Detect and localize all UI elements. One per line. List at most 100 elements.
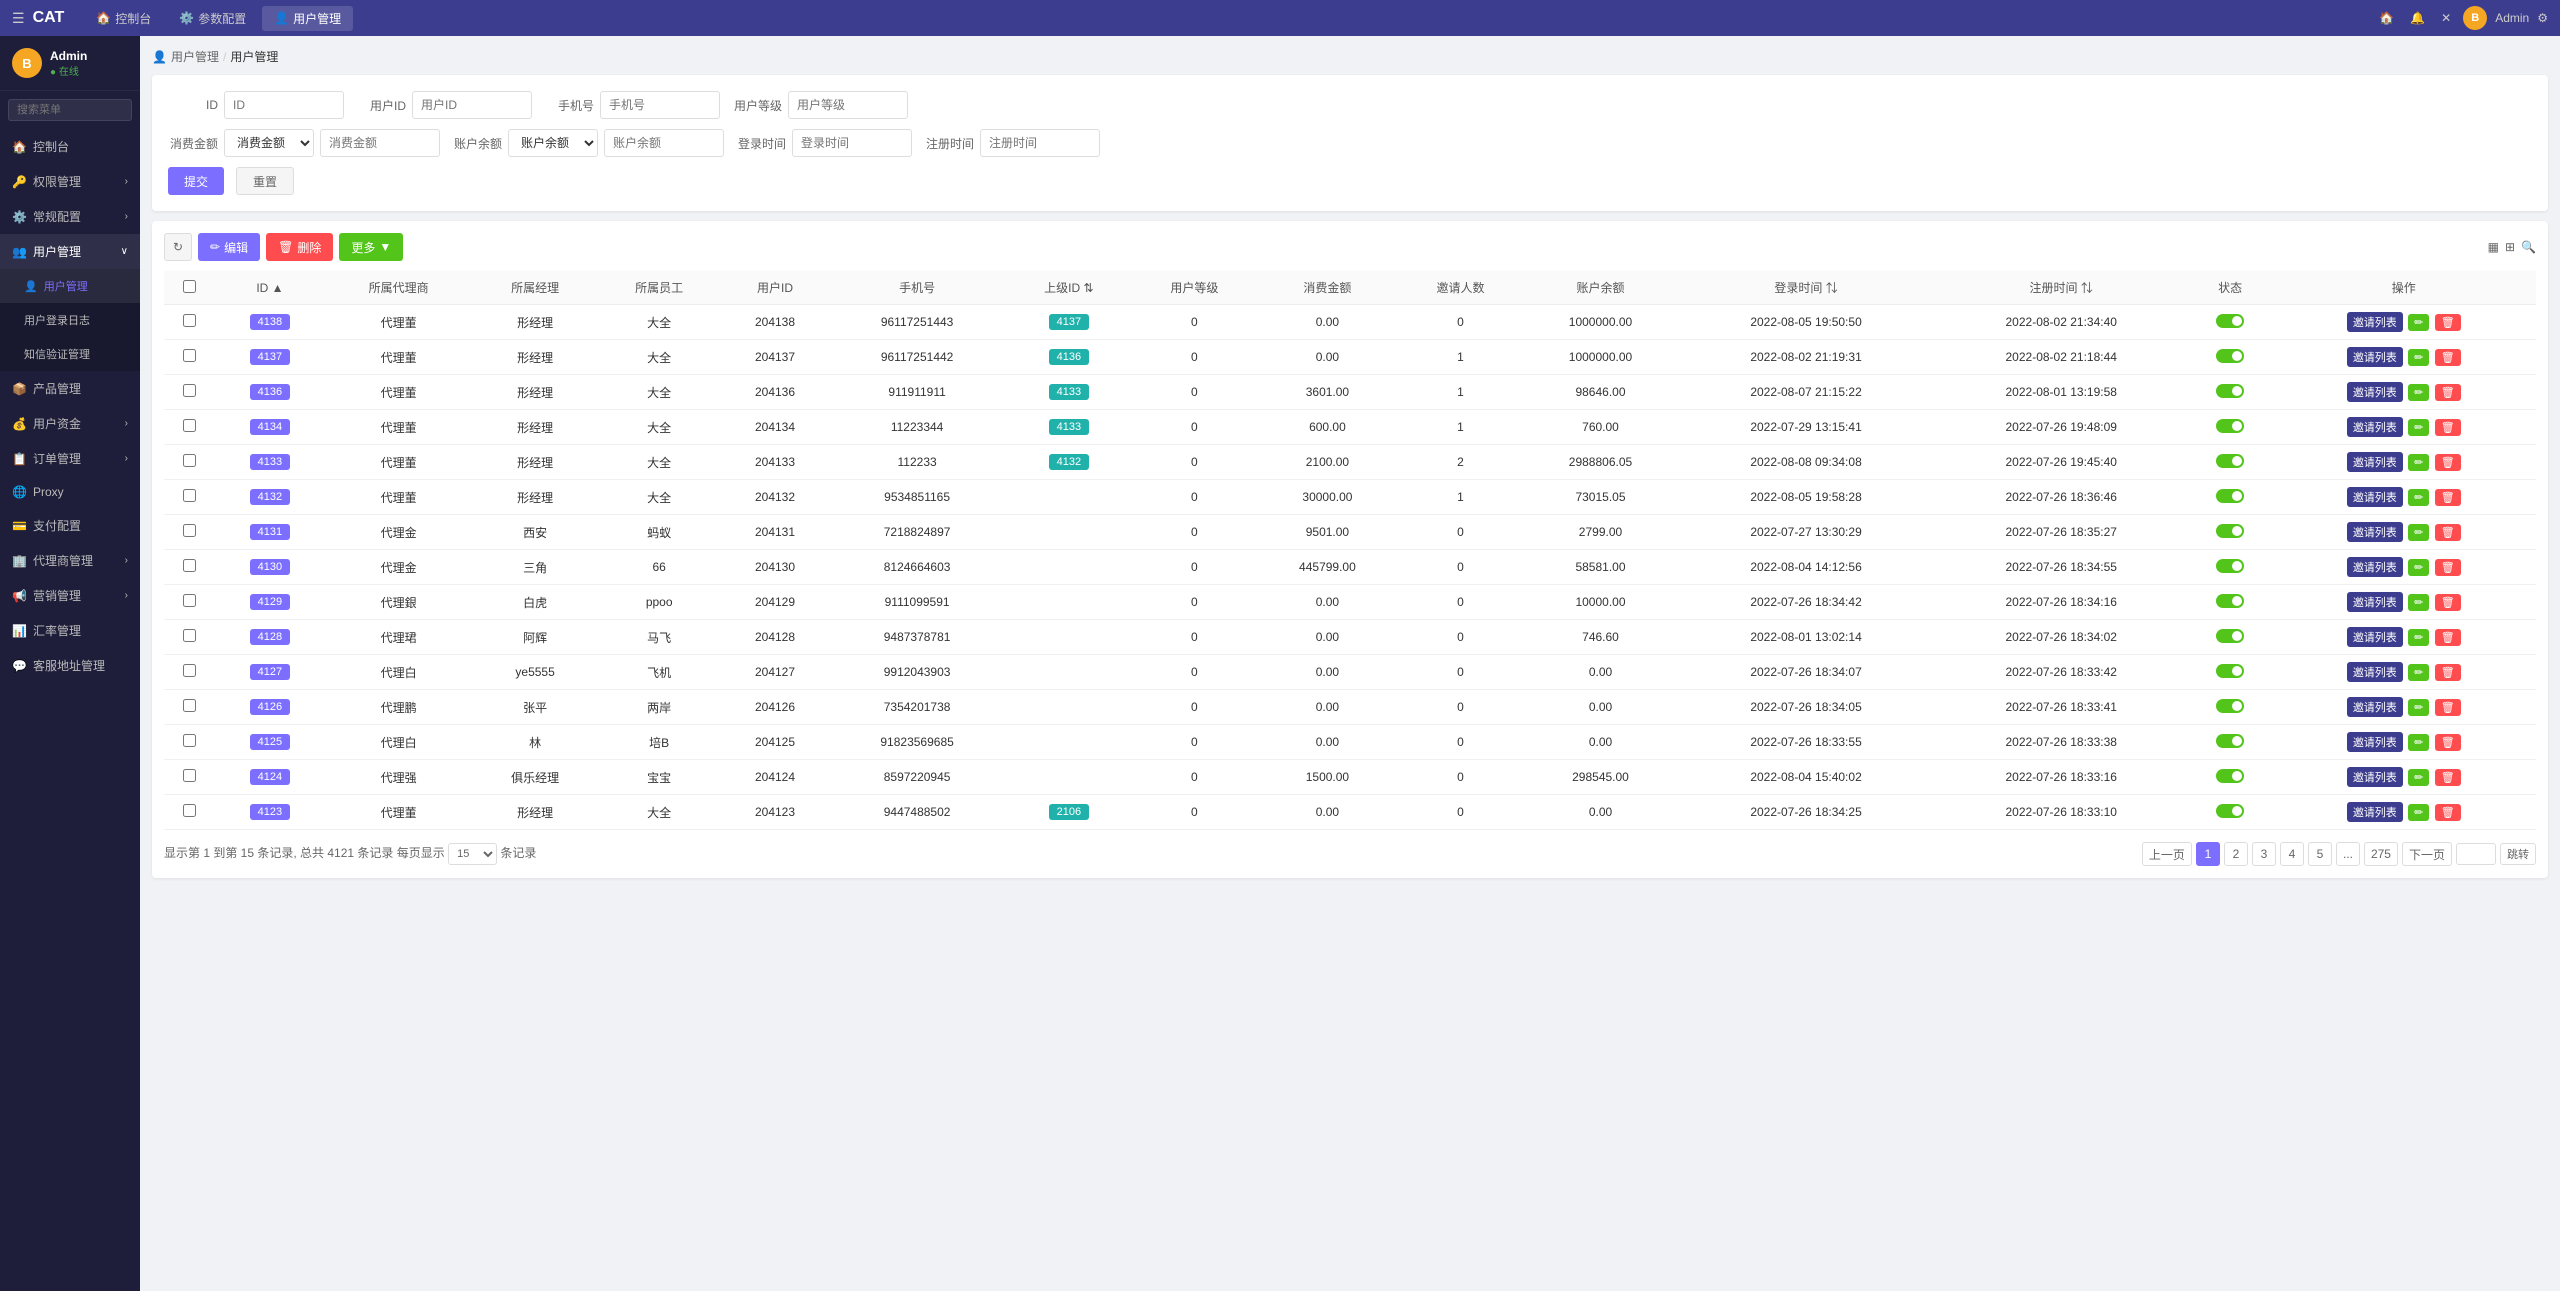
balance-operator[interactable]: 账户余额 ≥ ≤: [508, 129, 598, 157]
row-edit-button[interactable]: ✏: [2408, 384, 2429, 401]
status-toggle[interactable]: [2216, 384, 2244, 398]
status-toggle[interactable]: [2216, 734, 2244, 748]
invite-list-button[interactable]: 邀请列表: [2347, 732, 2403, 752]
settings-icon[interactable]: ⚙: [2537, 11, 2548, 25]
submit-button[interactable]: 提交: [168, 167, 224, 195]
row-checkbox[interactable]: [183, 769, 196, 782]
status-toggle[interactable]: [2216, 664, 2244, 678]
row-edit-button[interactable]: ✏: [2408, 594, 2429, 611]
row-delete-button[interactable]: 🗑: [2435, 804, 2461, 821]
userid-input[interactable]: [412, 91, 532, 119]
row-delete-button[interactable]: 🗑: [2435, 699, 2461, 716]
page-btn-2[interactable]: 2: [2224, 842, 2248, 866]
sidebar-item-user-login-log[interactable]: 用户登录日志: [0, 303, 140, 337]
sidebar-item-order[interactable]: 📋 订单管理 ›: [0, 441, 140, 476]
invite-list-button[interactable]: 邀请列表: [2347, 347, 2403, 367]
row-checkbox[interactable]: [183, 419, 196, 432]
invite-list-button[interactable]: 邀请列表: [2347, 417, 2403, 437]
status-toggle[interactable]: [2216, 349, 2244, 363]
row-delete-button[interactable]: 🗑: [2435, 559, 2461, 576]
invite-list-button[interactable]: 邀请列表: [2347, 452, 2403, 472]
row-checkbox[interactable]: [183, 349, 196, 362]
refresh-button[interactable]: ↻: [164, 233, 192, 261]
row-checkbox[interactable]: [183, 664, 196, 677]
level-input[interactable]: [788, 91, 908, 119]
sidebar-item-product[interactable]: 📦 产品管理: [0, 371, 140, 406]
page-btn-4[interactable]: 4: [2280, 842, 2304, 866]
invite-list-button[interactable]: 邀请列表: [2347, 487, 2403, 507]
row-delete-button[interactable]: 🗑: [2435, 524, 2461, 541]
invite-list-button[interactable]: 邀请列表: [2347, 382, 2403, 402]
invite-list-button[interactable]: 邀请列表: [2347, 557, 2403, 577]
page-size-select[interactable]: 15 20 50 100: [448, 843, 497, 865]
row-delete-button[interactable]: 🗑: [2435, 349, 2461, 366]
layout-icon[interactable]: ⊞: [2505, 240, 2515, 254]
page-btn-5[interactable]: 5: [2308, 842, 2332, 866]
row-delete-button[interactable]: 🗑: [2435, 769, 2461, 786]
status-toggle[interactable]: [2216, 524, 2244, 538]
row-delete-button[interactable]: 🗑: [2435, 384, 2461, 401]
row-edit-button[interactable]: ✏: [2408, 559, 2429, 576]
table-search-icon[interactable]: 🔍: [2521, 240, 2536, 254]
status-toggle[interactable]: [2216, 559, 2244, 573]
edit-button[interactable]: ✏ 编辑: [198, 233, 260, 261]
row-edit-button[interactable]: ✏: [2408, 314, 2429, 331]
sidebar-item-proxy[interactable]: 🌐 Proxy: [0, 476, 140, 508]
page-jump-button[interactable]: 跳转: [2500, 843, 2536, 865]
balance-input[interactable]: [604, 129, 724, 157]
page-btn-3[interactable]: 3: [2252, 842, 2276, 866]
row-checkbox[interactable]: [183, 524, 196, 537]
sidebar-item-user-mgmt-main[interactable]: 👤 用户管理: [0, 269, 140, 303]
row-delete-button[interactable]: 🗑: [2435, 314, 2461, 331]
id-input[interactable]: [224, 91, 344, 119]
more-button[interactable]: 更多 ▼: [339, 233, 403, 261]
invite-list-button[interactable]: 邀请列表: [2347, 592, 2403, 612]
invite-list-button[interactable]: 邀请列表: [2347, 312, 2403, 332]
row-edit-button[interactable]: ✏: [2408, 349, 2429, 366]
invite-list-button[interactable]: 邀请列表: [2347, 697, 2403, 717]
row-edit-button[interactable]: ✏: [2408, 699, 2429, 716]
status-toggle[interactable]: [2216, 699, 2244, 713]
sidebar-item-exchange[interactable]: 📊 汇率管理: [0, 613, 140, 648]
status-toggle[interactable]: [2216, 804, 2244, 818]
row-delete-button[interactable]: 🗑: [2435, 664, 2461, 681]
row-checkbox[interactable]: [183, 559, 196, 572]
row-delete-button[interactable]: 🗑: [2435, 594, 2461, 611]
row-edit-button[interactable]: ✏: [2408, 419, 2429, 436]
row-edit-button[interactable]: ✏: [2408, 454, 2429, 471]
page-btn-275[interactable]: 275: [2364, 842, 2398, 866]
row-checkbox[interactable]: [183, 314, 196, 327]
row-delete-button[interactable]: 🗑: [2435, 419, 2461, 436]
nav-dashboard[interactable]: 🏠 控制台: [84, 6, 163, 31]
login-time-input[interactable]: [792, 129, 912, 157]
row-edit-button[interactable]: ✏: [2408, 629, 2429, 646]
prev-page-btn[interactable]: 上一页: [2142, 842, 2192, 866]
invite-list-button[interactable]: 邀请列表: [2347, 522, 2403, 542]
status-toggle[interactable]: [2216, 314, 2244, 328]
hamburger-icon[interactable]: ☰: [12, 10, 25, 27]
row-checkbox[interactable]: [183, 804, 196, 817]
row-edit-button[interactable]: ✏: [2408, 524, 2429, 541]
column-settings-icon[interactable]: ▦: [2488, 240, 2499, 254]
consume-input[interactable]: [320, 129, 440, 157]
invite-list-button[interactable]: 邀请列表: [2347, 662, 2403, 682]
home-icon[interactable]: 🏠: [2375, 9, 2398, 27]
sidebar-item-permissions[interactable]: 🔑 权限管理 ›: [0, 164, 140, 199]
sidebar-item-payment[interactable]: 💳 支付配置: [0, 508, 140, 543]
delete-button[interactable]: 🗑 删除: [266, 233, 333, 261]
row-edit-button[interactable]: ✏: [2408, 664, 2429, 681]
row-checkbox[interactable]: [183, 489, 196, 502]
row-delete-button[interactable]: 🗑: [2435, 734, 2461, 751]
search-input[interactable]: [8, 99, 132, 121]
page-jump-input[interactable]: [2456, 843, 2496, 865]
sidebar-item-user-mgmt[interactable]: 👥 用户管理 ∨: [0, 234, 140, 269]
invite-list-button[interactable]: 邀请列表: [2347, 627, 2403, 647]
row-delete-button[interactable]: 🗑: [2435, 629, 2461, 646]
row-delete-button[interactable]: 🗑: [2435, 454, 2461, 471]
row-checkbox[interactable]: [183, 734, 196, 747]
notification-icon[interactable]: 🔔: [2406, 9, 2429, 27]
sidebar-item-dashboard[interactable]: 🏠 控制台: [0, 129, 140, 164]
status-toggle[interactable]: [2216, 629, 2244, 643]
status-toggle[interactable]: [2216, 489, 2244, 503]
next-page-btn[interactable]: 下一页: [2402, 842, 2452, 866]
